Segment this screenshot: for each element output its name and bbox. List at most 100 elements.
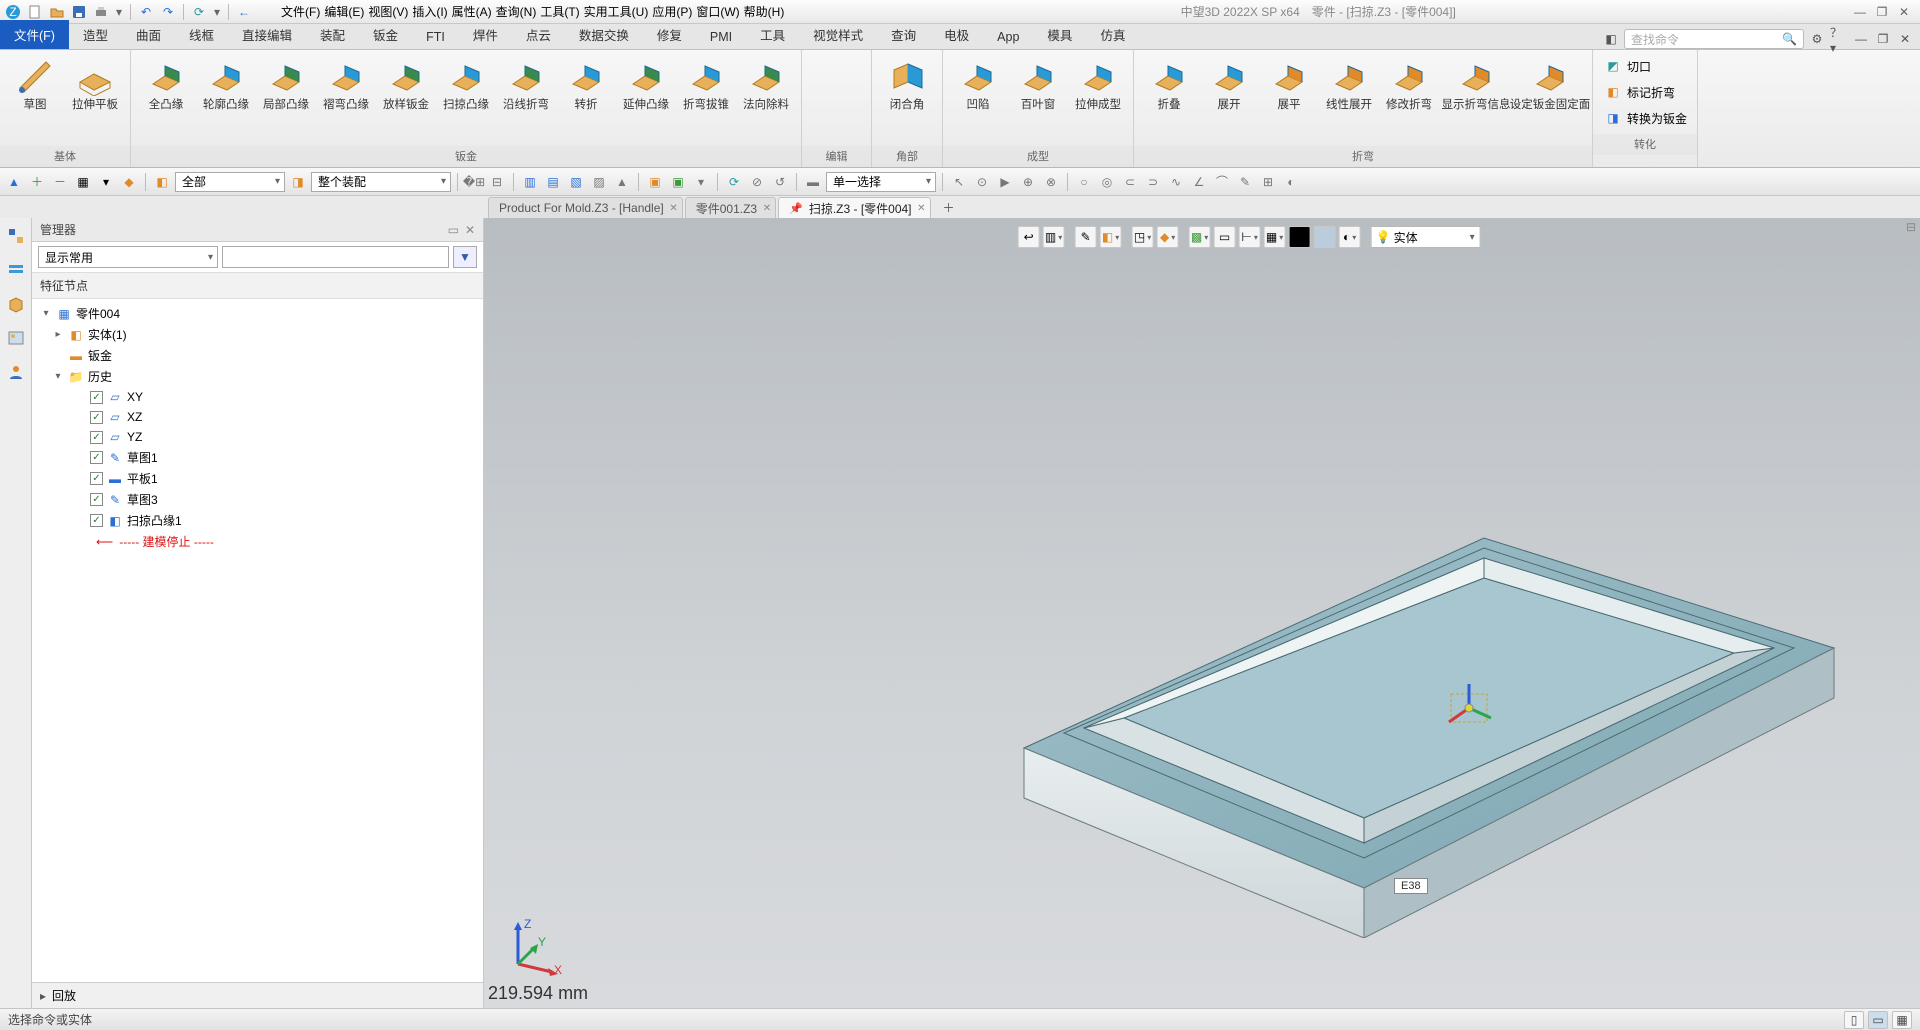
- sheetmetal-button[interactable]: 褶弯凸缘: [317, 54, 375, 115]
- tree-node[interactable]: ✓▱XZ: [32, 407, 483, 427]
- new-tab-button[interactable]: ＋: [933, 197, 973, 219]
- vt-icon[interactable]: ⊢: [1239, 226, 1261, 248]
- vt-color-swatch[interactable]: [1289, 226, 1311, 248]
- restore-icon[interactable]: ❐: [1874, 4, 1890, 20]
- open-icon[interactable]: [48, 3, 66, 21]
- menu-util[interactable]: 实用工具(U): [584, 3, 649, 20]
- form-button[interactable]: 百叶窗: [1009, 54, 1067, 115]
- menu-view[interactable]: 视图(V): [368, 3, 408, 20]
- bend-button[interactable]: 折叠: [1140, 54, 1198, 115]
- tool-icon[interactable]: ⊟: [487, 172, 507, 192]
- ribbon-tab[interactable]: 工具: [746, 20, 799, 49]
- bend-button[interactable]: 设定钣金固定面: [1514, 54, 1586, 115]
- arrow-icon[interactable]: ↖: [949, 172, 969, 192]
- tool-icon[interactable]: ∿: [1166, 172, 1186, 192]
- tree-node[interactable]: ▾📁历史: [32, 366, 483, 387]
- rail-layers-icon[interactable]: [4, 258, 28, 282]
- menu-file[interactable]: 文件(F): [281, 3, 320, 20]
- 3d-viewport[interactable]: ⊟ ↩ ▥ ✎ ◧ ◳ ◆ ▩ ▭ ⊢ ▦ ◐ 💡实体: [484, 218, 1920, 1008]
- tree-node[interactable]: ✓▱XY: [32, 387, 483, 407]
- tool-icon[interactable]: ⊂: [1120, 172, 1140, 192]
- save-icon[interactable]: [70, 3, 88, 21]
- ribbon-tab[interactable]: 仿真: [1086, 20, 1139, 49]
- filter-combo-all[interactable]: 全部: [175, 172, 285, 192]
- ribbon-tab[interactable]: 造型: [69, 20, 122, 49]
- tree-node[interactable]: ▬钣金: [32, 345, 483, 366]
- back-icon[interactable]: ←: [235, 3, 253, 21]
- sketch-button[interactable]: 草图: [6, 54, 64, 115]
- inner-close-icon[interactable]: ✕: [1896, 30, 1914, 48]
- remove-icon[interactable]: －: [50, 172, 70, 192]
- filter-input[interactable]: [222, 246, 449, 268]
- dropdown-icon[interactable]: ▾: [114, 3, 124, 21]
- tool-icon[interactable]: ⊗: [1041, 172, 1061, 192]
- vt-icon[interactable]: ◧: [1100, 226, 1122, 248]
- extrude-flat-button[interactable]: 拉伸平板: [66, 54, 124, 115]
- tool-icon[interactable]: ▾: [691, 172, 711, 192]
- inner-minimize-icon[interactable]: —: [1852, 30, 1870, 48]
- sheetmetal-button[interactable]: 转折: [557, 54, 615, 115]
- display-style-combo[interactable]: 💡实体: [1371, 226, 1481, 248]
- tool-icon[interactable]: ▲: [612, 172, 632, 192]
- help-icon[interactable]: ？▾: [1830, 30, 1848, 48]
- bend-button[interactable]: 修改折弯: [1380, 54, 1438, 115]
- feature-tree[interactable]: ▾▦零件004 ▸◧实体(1) ▬钣金 ▾📁历史 ✓▱XY✓▱XZ✓▱YZ✓✎草…: [32, 299, 483, 982]
- menu-insert[interactable]: 插入(I): [412, 3, 447, 20]
- sheetmetal-button[interactable]: 法向除料: [737, 54, 795, 115]
- vt-icon[interactable]: ◐: [1339, 226, 1361, 248]
- tool-icon[interactable]: ▶: [995, 172, 1015, 192]
- filter-button[interactable]: ▼: [453, 246, 477, 268]
- tab-close-icon[interactable]: ✕: [669, 203, 677, 214]
- tool-icon[interactable]: ✎: [1235, 172, 1255, 192]
- close-icon[interactable]: ✕: [1896, 4, 1912, 20]
- sb-view-icon[interactable]: ▭: [1868, 1011, 1888, 1029]
- model-stop[interactable]: ⟵----- 建模停止 -----: [32, 531, 483, 552]
- tab-close-icon[interactable]: ✕: [763, 203, 771, 214]
- tool-icon[interactable]: ⊘: [747, 172, 767, 192]
- bend-button[interactable]: 显示折弯信息: [1440, 54, 1512, 115]
- viewport-pin-icon[interactable]: ⊟: [1906, 220, 1916, 234]
- sheetmetal-button[interactable]: 全凸缘: [137, 54, 195, 115]
- tool-icon[interactable]: ▬: [803, 172, 823, 192]
- sheetmetal-button[interactable]: 放样钣金: [377, 54, 435, 115]
- ribbon-tab[interactable]: 电极: [930, 20, 983, 49]
- ribbon-tab[interactable]: 装配: [306, 20, 359, 49]
- ribbon-tab[interactable]: 视觉样式: [799, 20, 877, 49]
- sheetmetal-button[interactable]: 沿线折弯: [497, 54, 555, 115]
- menu-help[interactable]: 帮助(H): [744, 3, 785, 20]
- tool-icon[interactable]: ∠: [1189, 172, 1209, 192]
- ribbon-tab[interactable]: 曲面: [122, 20, 175, 49]
- vt-icon[interactable]: ◳: [1132, 226, 1154, 248]
- form-button[interactable]: 拉伸成型: [1069, 54, 1127, 115]
- rail-cube-icon[interactable]: [4, 292, 28, 316]
- rail-user-icon[interactable]: [4, 360, 28, 384]
- tree-node[interactable]: ✓▬平板1: [32, 468, 483, 489]
- filter-cube-icon[interactable]: ◧: [152, 172, 172, 192]
- vt-icon[interactable]: ▥: [1043, 226, 1065, 248]
- panel-close-icon[interactable]: ✕: [465, 223, 475, 237]
- tree-node[interactable]: ✓✎草图1: [32, 447, 483, 468]
- rail-tree-icon[interactable]: [4, 224, 28, 248]
- tool-icon[interactable]: ⌒: [1212, 172, 1232, 192]
- vt-color-swatch[interactable]: [1314, 226, 1336, 248]
- ribbon-tab[interactable]: 钣金: [359, 20, 412, 49]
- tool-icon[interactable]: ⊕: [1018, 172, 1038, 192]
- tool-icon[interactable]: ⟳: [724, 172, 744, 192]
- close-corner-button[interactable]: 闭合角: [878, 54, 936, 115]
- ribbon-tab[interactable]: 模具: [1033, 20, 1086, 49]
- minimize-icon[interactable]: —: [1852, 4, 1868, 20]
- app-icon[interactable]: Z: [4, 3, 22, 21]
- document-tab-active[interactable]: 📌扫掠.Z3 - [零件004]✕: [778, 197, 930, 219]
- ribbon-tab[interactable]: PMI: [696, 25, 746, 49]
- vt-icon[interactable]: ↩: [1018, 226, 1040, 248]
- vt-icon[interactable]: ▦: [1264, 226, 1286, 248]
- ribbon-tab[interactable]: 直接编辑: [228, 20, 306, 49]
- refresh-icon[interactable]: ⟳: [190, 3, 208, 21]
- tab-close-icon[interactable]: ✕: [917, 203, 925, 214]
- tool-icon[interactable]: �⊞: [464, 172, 484, 192]
- tree-node[interactable]: ▸◧实体(1): [32, 324, 483, 345]
- dropdown-icon[interactable]: ▾: [212, 3, 222, 21]
- playback-button[interactable]: ▸回放: [32, 982, 483, 1008]
- vt-icon[interactable]: ▩: [1189, 226, 1211, 248]
- tool-icon[interactable]: ▣: [645, 172, 665, 192]
